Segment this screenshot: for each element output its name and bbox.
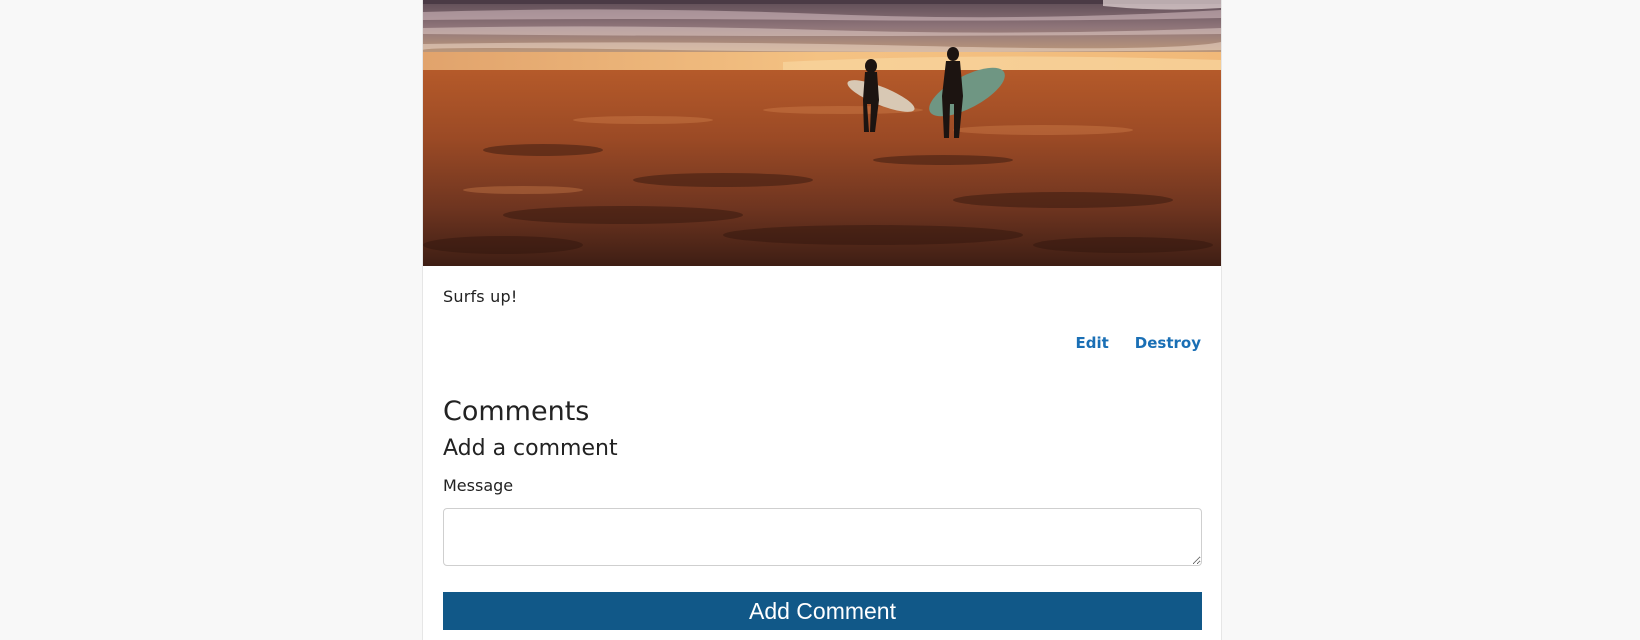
beach-sunset-photo: [423, 0, 1221, 266]
edit-link[interactable]: Edit: [1075, 334, 1108, 352]
post-caption: Surfs up!: [443, 287, 518, 306]
message-label: Message: [443, 476, 514, 495]
post-card: Surfs up! Edit Destroy Comments Add a co…: [422, 0, 1222, 640]
add-comment-heading: Add a comment: [443, 436, 618, 461]
add-comment-button[interactable]: Add Comment: [443, 592, 1202, 630]
post-image: [423, 0, 1221, 266]
message-textarea[interactable]: [443, 508, 1202, 566]
post-actions: Edit Destroy: [1075, 334, 1201, 352]
destroy-link[interactable]: Destroy: [1135, 334, 1201, 352]
comments-heading: Comments: [443, 396, 590, 427]
